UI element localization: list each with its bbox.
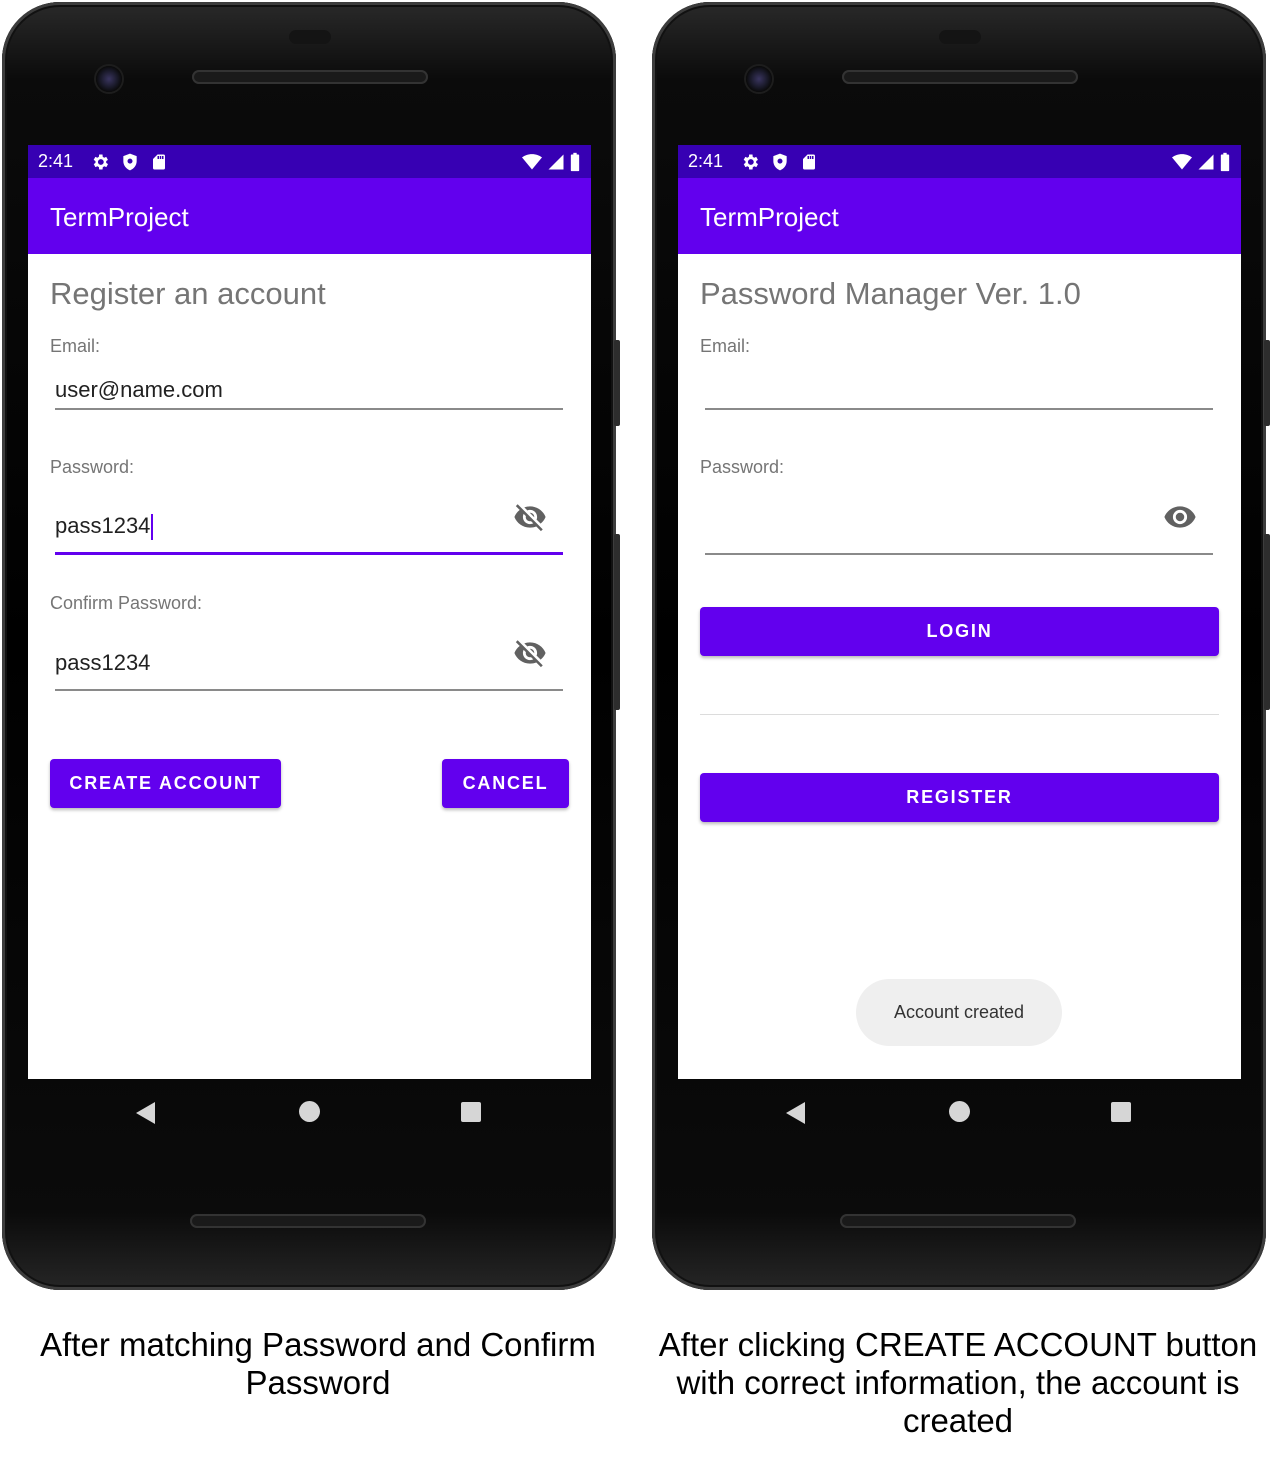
- status-bar: 2:41: [678, 145, 1241, 178]
- email-underline: [705, 408, 1213, 410]
- left-caption: After matching Password and Confirm Pass…: [40, 1326, 596, 1401]
- register-button[interactable]: REGISTER: [700, 773, 1219, 822]
- back-icon[interactable]: [136, 1102, 155, 1124]
- sd-card-icon: [803, 154, 815, 170]
- power-button: [1264, 340, 1270, 426]
- battery-icon: [1220, 152, 1230, 172]
- settings-icon: [743, 154, 758, 170]
- email-field[interactable]: [705, 377, 1213, 407]
- front-camera: [96, 66, 122, 92]
- shield-icon: [123, 153, 137, 171]
- app-title: TermProject: [50, 202, 189, 232]
- recents-icon[interactable]: [461, 1102, 481, 1122]
- front-camera: [746, 66, 772, 92]
- recents-icon[interactable]: [1111, 1102, 1131, 1122]
- toast-message: Account created: [856, 979, 1062, 1046]
- top-slot: [289, 30, 331, 44]
- right-nav-bar: [678, 1080, 1241, 1145]
- shield-icon: [773, 153, 787, 171]
- left-nav-bar: [28, 1080, 591, 1145]
- login-form: Password Manager Ver. 1.0 Email: Passwor…: [678, 254, 1241, 1079]
- sd-card-icon: [153, 154, 165, 170]
- confirm-password-underline: [55, 689, 563, 691]
- create-account-button[interactable]: CREATE ACCOUNT: [50, 759, 281, 808]
- confirm-password-field[interactable]: pass1234: [55, 650, 150, 676]
- app-title: TermProject: [700, 202, 839, 232]
- login-button[interactable]: LOGIN: [700, 607, 1219, 656]
- password-underline-focused: [55, 552, 563, 555]
- confirm-password-label: Confirm Password:: [50, 593, 203, 613]
- eye-icon[interactable]: [1163, 500, 1197, 534]
- password-label: Password:: [50, 457, 135, 477]
- top-slot: [939, 30, 981, 44]
- email-label: Email:: [700, 336, 751, 356]
- email-underline: [55, 408, 563, 410]
- password-underline: [705, 553, 1213, 555]
- email-label: Email:: [50, 336, 101, 356]
- volume-button: [614, 534, 620, 710]
- text-cursor: [151, 514, 154, 541]
- earpiece-speaker: [192, 70, 428, 84]
- home-icon[interactable]: [949, 1101, 970, 1122]
- bottom-speaker: [190, 1214, 426, 1228]
- password-field[interactable]: [705, 513, 1145, 543]
- battery-icon: [570, 152, 580, 172]
- eye-off-icon[interactable]: [513, 500, 547, 534]
- status-bar: 2:41: [28, 145, 591, 178]
- power-button: [614, 340, 620, 426]
- volume-button: [1264, 534, 1270, 710]
- app-bar: TermProject: [28, 178, 591, 254]
- settings-icon: [93, 154, 108, 170]
- back-icon[interactable]: [786, 1102, 805, 1124]
- password-value: pass1234: [55, 513, 151, 538]
- status-time: 2:41: [38, 151, 74, 171]
- bottom-speaker: [840, 1214, 1076, 1228]
- cancel-button[interactable]: CANCEL: [442, 759, 569, 808]
- earpiece-speaker: [842, 70, 1078, 84]
- register-form: Register an account Email: user@name.com…: [28, 254, 591, 1079]
- left-screen: 2:41 TermProject Register an account Ema…: [28, 145, 591, 1079]
- home-icon[interactable]: [299, 1101, 320, 1122]
- app-bar: TermProject: [678, 178, 1241, 254]
- right-screen: 2:41 TermProject Password Manager Ver. 1…: [678, 145, 1241, 1079]
- right-caption: After clicking CREATE ACCOUNT button wit…: [658, 1326, 1258, 1439]
- page-title: Password Manager Ver. 1.0: [700, 276, 1081, 311]
- status-time: 2:41: [688, 151, 724, 171]
- signal-icon: [548, 154, 564, 170]
- password-field[interactable]: pass1234: [55, 513, 154, 541]
- wifi-icon: [522, 154, 542, 170]
- wifi-icon: [1172, 154, 1192, 170]
- signal-icon: [1198, 154, 1214, 170]
- eye-off-icon[interactable]: [513, 636, 547, 670]
- divider: [700, 714, 1219, 715]
- page-title: Register an account: [50, 276, 326, 311]
- email-field[interactable]: user@name.com: [55, 377, 223, 403]
- password-label: Password:: [700, 457, 785, 477]
